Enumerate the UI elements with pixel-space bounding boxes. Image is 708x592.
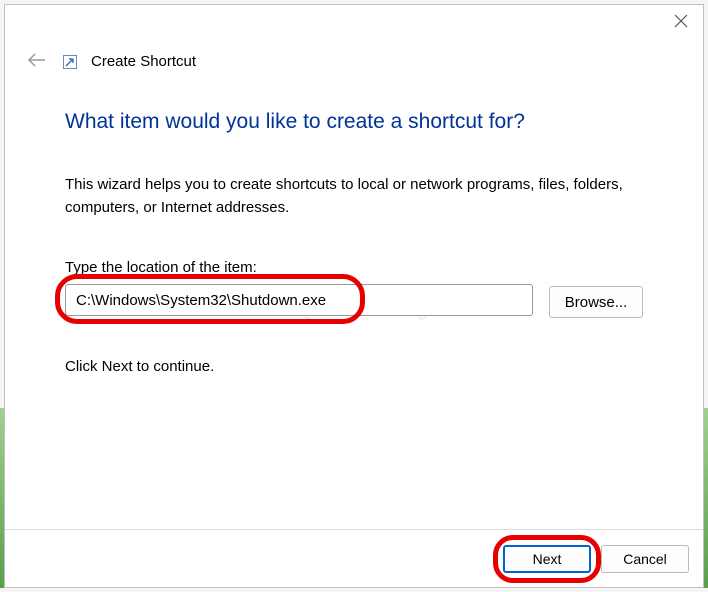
page-heading: What item would you like to create a sho… [65, 110, 643, 134]
cancel-button[interactable]: Cancel [601, 545, 689, 573]
shortcut-arrow-icon [63, 55, 77, 69]
create-shortcut-dialog: Create Shortcut What item would you like… [4, 4, 704, 588]
content-area: What item would you like to create a sho… [5, 82, 703, 529]
dialog-title: Create Shortcut [91, 53, 196, 70]
header-row: Create Shortcut [5, 41, 703, 82]
footer: Next Cancel [5, 529, 703, 587]
input-label: Type the location of the item: [65, 259, 643, 276]
description-text: This wizard helps you to create shortcut… [65, 174, 643, 219]
close-icon[interactable] [673, 13, 689, 29]
back-arrow-icon[interactable] [25, 51, 49, 72]
location-input[interactable] [65, 284, 533, 316]
next-button[interactable]: Next [503, 545, 591, 573]
titlebar [5, 5, 703, 41]
continue-text: Click Next to continue. [65, 358, 643, 375]
browse-button[interactable]: Browse... [549, 286, 643, 318]
